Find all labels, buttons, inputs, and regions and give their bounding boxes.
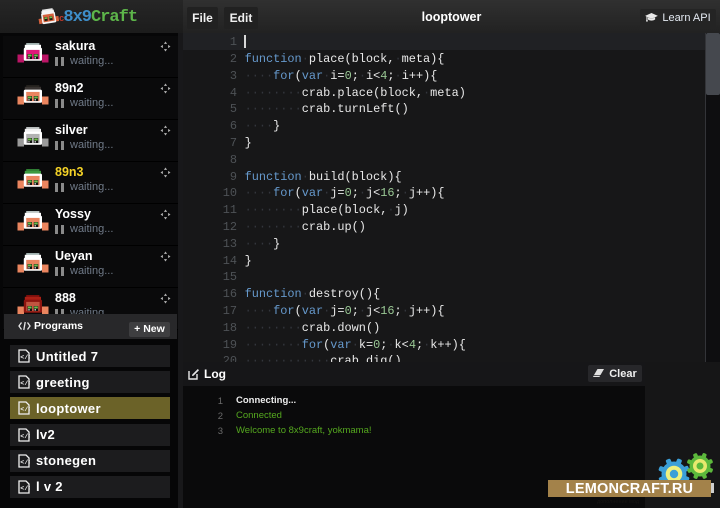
svg-text:</>: </> bbox=[20, 354, 30, 361]
svg-text:</>: </> bbox=[20, 433, 30, 440]
svg-text:</>: </> bbox=[20, 380, 30, 387]
svg-text:</>: </> bbox=[20, 459, 30, 466]
svg-text:</>: </> bbox=[20, 485, 30, 492]
svg-text:</>: </> bbox=[20, 406, 30, 413]
